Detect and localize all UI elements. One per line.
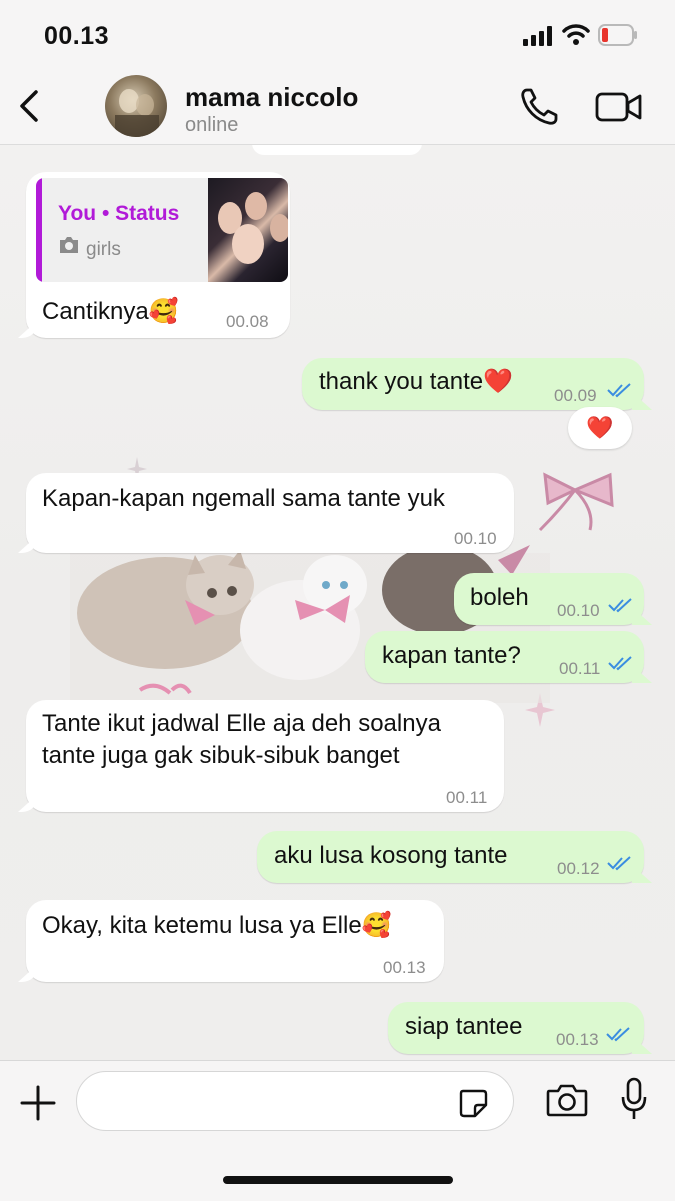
message-text: siap tantee [405,1013,523,1040]
double-check-icon [607,856,631,871]
chat-header: mama niccolo online [0,70,675,145]
message-time: 00.13 [556,1030,599,1049]
message-text: thank you tante❤️ [319,368,514,395]
camera-small-icon [60,237,78,253]
message-time: 00.10 [557,601,600,620]
quote-accent-bar [36,178,42,282]
message-time: 00.12 [557,859,600,878]
message-outgoing[interactable]: thank you tante❤️ 00.09 [302,358,644,410]
message-outgoing[interactable]: boleh 00.10 [454,573,644,625]
message-text: Okay, kita ketemu lusa ya Elle🥰 [42,912,392,939]
reaction-emoji: ❤️ [586,415,614,440]
status-thumbnail [208,178,288,282]
sticker-icon[interactable] [457,1087,489,1119]
message-text: kapan tante? [382,642,521,669]
double-check-icon [608,656,632,671]
message-text: aku lusa kosong tante [274,842,508,869]
message-incoming[interactable]: Kapan-kapan ngemall sama tante yuk 00.10 [26,473,514,553]
message-outgoing[interactable]: kapan tante? 00.11 [365,631,644,683]
composer-bar [0,1060,675,1201]
contact-status: online [185,114,239,136]
plus-icon[interactable] [18,1083,58,1123]
message-reaction[interactable]: ❤️ [568,407,632,449]
home-indicator[interactable] [223,1176,453,1184]
double-check-icon [608,598,632,613]
video-call-icon[interactable] [595,90,643,124]
mic-icon[interactable] [620,1077,648,1121]
status-bar: 00.13 [0,0,675,70]
double-check-icon [607,383,631,398]
message-text-line-2: tante juga gak sibuk-sibuk banget [42,742,400,769]
battery-low-icon [598,24,637,46]
contact-avatar[interactable] [105,75,167,137]
message-outgoing[interactable]: aku lusa kosong tante 00.12 [257,831,644,883]
message-text: Kapan-kapan ngemall sama tante yuk [42,485,445,512]
message-time: 00.11 [559,659,601,678]
message-incoming[interactable]: Okay, kita ketemu lusa ya Elle🥰 00.13 [26,900,444,982]
message-text-line-1: Tante ikut jadwal Elle aja deh soalnya [42,710,441,737]
message-outgoing[interactable]: siap tantee 00.13 [388,1002,644,1054]
quoted-status-title: You • Status [58,202,180,225]
message-time: 00.10 [454,529,497,548]
message-text: boleh [470,584,529,611]
status-time: 00.13 [44,22,110,50]
message-time: 00.08 [226,312,269,331]
quoted-status-caption: girls [86,239,121,260]
message-text: Cantiknya🥰 [42,298,179,325]
double-check-icon [606,1027,630,1042]
message-input[interactable] [76,1071,514,1131]
message-time: 00.11 [446,788,488,807]
quoted-status[interactable]: You • Status girls [36,178,288,282]
camera-icon[interactable] [546,1083,588,1117]
message-time: 00.13 [383,958,426,977]
cellular-signal-icon [523,26,552,46]
wifi-icon [562,24,590,45]
call-icon[interactable] [518,86,560,128]
message-list[interactable]: You • Status girls Cantiknya🥰 00.08 than… [0,145,675,1060]
message-incoming[interactable]: You • Status girls Cantiknya🥰 00.08 [26,172,290,338]
contact-name[interactable]: mama niccolo [185,82,358,113]
message-incoming[interactable]: Tante ikut jadwal Elle aja deh soalnya t… [26,700,504,812]
back-icon[interactable] [14,86,44,126]
